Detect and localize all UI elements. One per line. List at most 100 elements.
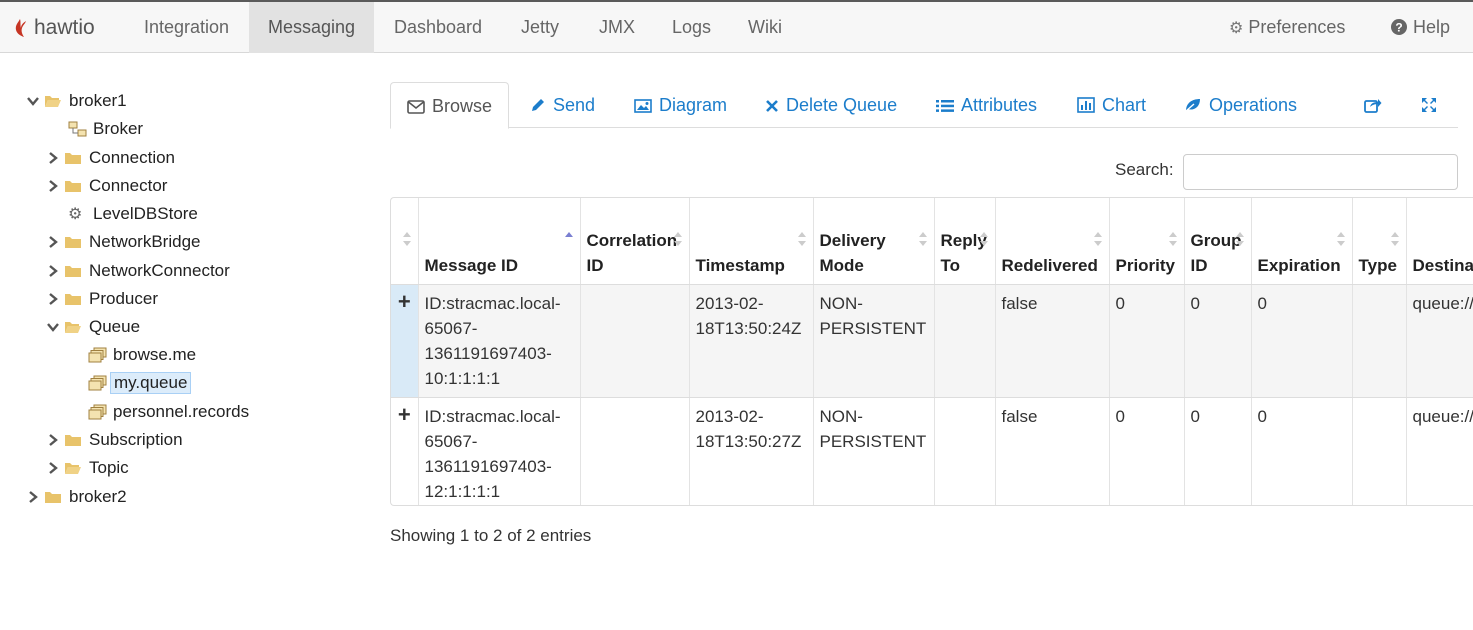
sort-both-icon xyxy=(918,232,927,246)
column-header-destination[interactable]: Destination xyxy=(1406,198,1473,285)
queue-tabs: Browse Send Diagram Delete Queue Attribu… xyxy=(390,82,1460,129)
chevron-right-icon[interactable] xyxy=(46,179,64,193)
column-header-timestamp[interactable]: Timestamp xyxy=(689,198,814,285)
tree-node-producer[interactable]: Producer xyxy=(46,286,161,312)
tree-node-subscription[interactable]: Subscription xyxy=(46,427,186,453)
share-icon xyxy=(1364,84,1382,130)
chevron-right-icon[interactable] xyxy=(46,461,64,475)
tab-diagram[interactable]: Diagram xyxy=(618,82,743,128)
sort-both-icon xyxy=(1093,232,1102,246)
tree-node-queue-my-queue[interactable]: my.queue xyxy=(88,370,192,396)
column-header-label: Delivery Mode xyxy=(819,230,886,275)
sort-both-icon xyxy=(1235,232,1244,246)
tree-label: Queue xyxy=(89,317,141,336)
table-info: Showing 1 to 2 of 2 entries xyxy=(390,526,592,545)
nav-help[interactable]: ? Help xyxy=(1372,2,1469,53)
nav-jmx[interactable]: JMX xyxy=(580,2,654,53)
fullscreen-icon xyxy=(1421,84,1437,130)
column-header-priority[interactable]: Priority xyxy=(1109,198,1185,285)
tree-node-leveldbstore[interactable]: ⚙ LevelDBStore xyxy=(68,201,201,227)
chevron-right-icon[interactable] xyxy=(46,264,64,278)
column-header-expiration[interactable]: Expiration xyxy=(1251,198,1353,285)
sort-both-icon xyxy=(797,232,806,246)
tree-node-connection[interactable]: Connection xyxy=(46,145,178,171)
tree-node-connector[interactable]: Connector xyxy=(46,173,170,199)
tab-chart[interactable]: Chart xyxy=(1061,82,1162,128)
tab-operations[interactable]: Operations xyxy=(1168,82,1313,128)
tree-node-queue-personnel-records[interactable]: personnel.records xyxy=(88,399,252,425)
chevron-down-icon[interactable] xyxy=(26,94,44,108)
queue-icon xyxy=(88,404,110,420)
column-header-redelivered[interactable]: Redelivered xyxy=(995,198,1110,285)
tab-browse[interactable]: Browse xyxy=(390,82,510,129)
tree-node-queue[interactable]: Queue xyxy=(46,314,143,340)
share-button[interactable] xyxy=(1348,82,1405,128)
folder-open-icon xyxy=(64,461,86,475)
cell-message-id: ID:stracmac.local-65067-1361191697403-10… xyxy=(418,284,581,398)
tree-node-networkconnector[interactable]: NetworkConnector xyxy=(46,258,233,284)
brand-name: hawtio xyxy=(34,16,95,39)
svg-text:?: ? xyxy=(1395,21,1402,35)
cell-reply-to xyxy=(934,397,996,505)
chevron-right-icon[interactable] xyxy=(46,292,64,306)
nav-logs[interactable]: Logs xyxy=(653,2,730,53)
tab-label: Browse xyxy=(432,96,493,116)
tree-node-queue-browse-me[interactable]: browse.me xyxy=(88,342,199,368)
tab-attributes[interactable]: Attributes xyxy=(920,82,1053,128)
cell-type xyxy=(1352,397,1407,505)
tree-node-topic[interactable]: Topic xyxy=(46,455,132,481)
sort-both-icon xyxy=(1390,232,1399,246)
cell-priority: 0 xyxy=(1109,284,1185,398)
column-header-expand[interactable] xyxy=(391,198,419,285)
tree-label: NetworkConnector xyxy=(89,261,230,280)
column-header-reply-to[interactable]: Reply To xyxy=(934,198,996,285)
cell-type xyxy=(1352,284,1407,398)
column-header-group-id[interactable]: Group ID xyxy=(1184,198,1252,285)
tree-node-networkbridge[interactable]: NetworkBridge xyxy=(46,229,204,255)
column-header-correlation-id[interactable]: Correlation ID xyxy=(580,198,690,285)
tab-send[interactable]: Send xyxy=(514,82,611,128)
chevron-right-icon[interactable] xyxy=(26,490,44,504)
nav-integration[interactable]: Integration xyxy=(125,2,248,53)
column-header-message-id[interactable]: Message ID xyxy=(418,198,581,285)
table-row[interactable]: + ID:stracmac.local-65067-1361191697403-… xyxy=(391,397,1473,505)
tab-label: Chart xyxy=(1102,95,1147,115)
cell-reply-to xyxy=(934,284,996,398)
expand-row-button[interactable]: + xyxy=(391,397,419,505)
nav-wiki[interactable]: Wiki xyxy=(729,2,801,53)
tree-label: LevelDBStore xyxy=(93,204,198,223)
cell-destination: queue://my.queue xyxy=(1406,397,1473,505)
chevron-down-icon[interactable] xyxy=(46,320,64,334)
cell-timestamp: 2013-02-18T13:50:27Z xyxy=(689,397,814,505)
column-header-label: Expiration xyxy=(1257,255,1341,275)
tree-label: Connection xyxy=(89,148,176,167)
table-row[interactable]: + ID:stracmac.local-65067-1361191697403-… xyxy=(391,284,1473,398)
tree-node-broker1[interactable]: broker1 xyxy=(26,88,130,114)
column-header-type[interactable]: Type xyxy=(1352,198,1407,285)
nav-jetty[interactable]: Jetty xyxy=(502,2,578,53)
column-header-label: Message ID xyxy=(424,255,519,275)
tree-node-broker[interactable]: Broker xyxy=(68,116,146,142)
messages-table: Message ID Correlation ID Timestamp Deli… xyxy=(390,197,1473,506)
chevron-right-icon[interactable] xyxy=(46,151,64,165)
table-header-row: Message ID Correlation ID Timestamp Deli… xyxy=(391,198,1473,285)
chevron-right-icon[interactable] xyxy=(46,235,64,249)
folder-icon xyxy=(64,433,86,447)
nav-preferences[interactable]: ⚙ Preferences xyxy=(1210,2,1364,53)
tree-node-broker2[interactable]: broker2 xyxy=(26,484,130,510)
column-header-delivery-mode[interactable]: Delivery Mode xyxy=(813,198,935,285)
tree-label: Topic xyxy=(89,458,129,477)
chevron-right-icon[interactable] xyxy=(46,433,64,447)
tab-delete-queue[interactable]: Delete Queue xyxy=(749,82,913,128)
brand[interactable]: hawtio xyxy=(12,13,95,43)
folder-icon xyxy=(64,179,86,193)
sort-both-icon xyxy=(673,232,682,246)
cell-timestamp: 2013-02-18T13:50:24Z xyxy=(689,284,814,398)
nav-dashboard[interactable]: Dashboard xyxy=(375,2,501,53)
search-input[interactable] xyxy=(1183,154,1458,190)
sort-both-icon xyxy=(1168,232,1177,246)
fullscreen-button[interactable] xyxy=(1405,82,1460,128)
bar-chart-icon xyxy=(1077,84,1095,130)
nav-messaging[interactable]: Messaging xyxy=(249,2,375,53)
expand-row-button[interactable]: + xyxy=(391,284,419,398)
